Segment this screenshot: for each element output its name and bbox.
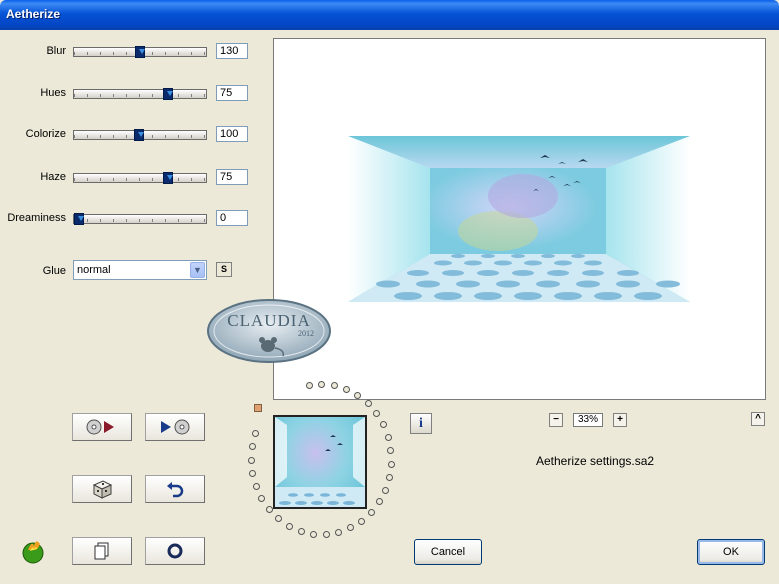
navigator-dot	[298, 528, 305, 535]
navigator-thumbnail[interactable]	[273, 415, 367, 509]
sync-button[interactable]: S	[216, 262, 232, 277]
disc-play-icon	[86, 419, 114, 435]
slider-label-colorize: Colorize	[25, 128, 66, 140]
slider-ticks	[74, 219, 206, 222]
value-field-hues[interactable]: 75	[216, 85, 248, 101]
svg-text:2012: 2012	[298, 329, 314, 338]
save-preset-button[interactable]	[145, 413, 205, 441]
cancel-button[interactable]: Cancel	[414, 539, 482, 565]
navigator-dot	[386, 474, 393, 481]
play-disc-icon	[161, 419, 190, 435]
slider-dreaminess[interactable]	[73, 213, 207, 225]
window-title: Aetherize	[6, 7, 61, 21]
value-field-blur[interactable]: 130	[216, 43, 248, 59]
navigator-dot	[382, 487, 389, 494]
navigator-dot	[385, 434, 392, 441]
undo-icon	[167, 482, 184, 498]
navigator-dot	[275, 515, 282, 522]
navigator-dot	[347, 524, 354, 531]
load-preset-button[interactable]	[72, 413, 132, 441]
preview-scene-art	[348, 136, 690, 302]
navigator-dot	[258, 495, 265, 502]
navigator-dot	[354, 392, 361, 399]
value-field-dreaminess[interactable]: 0	[216, 210, 248, 226]
slider-blur[interactable]	[73, 46, 207, 58]
glue-value: normal	[77, 264, 111, 276]
navigator-dot	[365, 400, 372, 407]
navigator-dot	[248, 457, 255, 464]
navigator-dot	[286, 523, 293, 530]
slider-label-hues: Hues	[40, 87, 66, 99]
zoom-out-button[interactable]: −	[549, 413, 563, 427]
thumbnail-art	[275, 417, 365, 507]
navigator-dot	[335, 529, 342, 536]
flame-logo-icon	[20, 538, 48, 566]
navigator-dot	[318, 381, 325, 388]
randomize-button[interactable]	[72, 475, 132, 503]
slider-colorize[interactable]	[73, 129, 207, 141]
expand-button[interactable]: ^	[751, 412, 765, 426]
navigator-dot	[266, 506, 273, 513]
navigator-dot	[323, 531, 330, 538]
slider-label-blur: Blur	[46, 45, 66, 57]
navigator-dot	[249, 443, 256, 450]
reset-button[interactable]	[145, 475, 205, 503]
slider-ticks	[74, 94, 206, 97]
value-field-haze[interactable]: 75	[216, 169, 248, 185]
navigator-dot	[331, 382, 338, 389]
dice-icon	[92, 480, 113, 499]
watermark-art: CLAUDIA 2012	[207, 299, 331, 363]
page-icon	[94, 542, 109, 560]
claudia-watermark-logo: CLAUDIA 2012	[206, 298, 332, 364]
navigator-dot	[376, 498, 383, 505]
glue-select[interactable]: normal ▼	[73, 260, 207, 280]
navigator-dot	[310, 531, 317, 538]
slider-thumb[interactable]	[163, 172, 173, 184]
slider-ticks	[74, 178, 206, 181]
navigator-dot	[306, 382, 313, 389]
dialog-body: Blur 130 Hues 75 Colorize 100 Haze 75 Dreaminess…	[0, 30, 779, 584]
circle-button[interactable]	[145, 537, 205, 565]
navigator-dot	[368, 509, 375, 516]
navigator-dot	[358, 518, 365, 525]
glue-label: Glue	[42, 265, 66, 277]
navigator-dot	[249, 470, 256, 477]
navigator-dot	[253, 483, 260, 490]
zoom-level: 33%	[573, 413, 603, 427]
navigator-dot	[373, 410, 380, 417]
value-field-colorize[interactable]: 100	[216, 126, 248, 142]
title-bar: Aetherize	[0, 0, 779, 30]
slider-label-haze: Haze	[40, 171, 66, 183]
settings-filename: Aetherize settings.sa2	[536, 454, 655, 468]
preview-image	[348, 136, 690, 302]
ok-button[interactable]: OK	[697, 539, 765, 565]
ring-icon	[167, 543, 183, 559]
info-button[interactable]: i	[410, 413, 432, 434]
slider-haze[interactable]	[73, 172, 207, 184]
zoom-in-button[interactable]: +	[613, 413, 627, 427]
slider-label-dreaminess: Dreaminess	[7, 212, 66, 224]
navigator-handle[interactable]	[254, 404, 262, 412]
slider-thumb[interactable]	[134, 129, 144, 141]
copy-button[interactable]	[72, 537, 132, 565]
chevron-down-icon[interactable]: ▼	[190, 262, 205, 278]
slider-thumb[interactable]	[74, 213, 84, 225]
slider-hues[interactable]	[73, 88, 207, 100]
svg-text:CLAUDIA: CLAUDIA	[227, 311, 311, 330]
navigator-dot	[252, 430, 259, 437]
slider-thumb[interactable]	[163, 88, 173, 100]
navigator-dot	[343, 386, 350, 393]
navigator-dot	[387, 447, 394, 454]
navigator-dot	[380, 421, 387, 428]
navigator-dot	[388, 461, 395, 468]
slider-thumb[interactable]	[135, 46, 145, 58]
